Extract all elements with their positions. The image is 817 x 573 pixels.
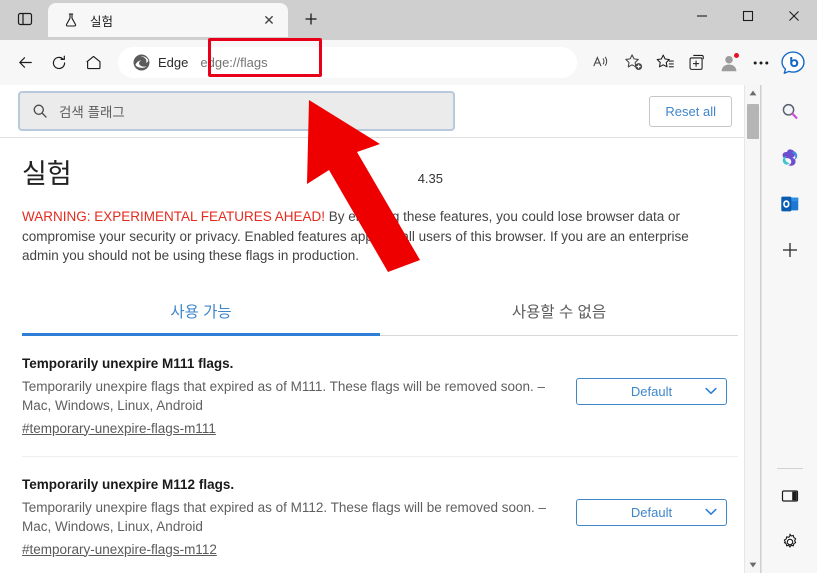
- flags-tabs: 사용 가능 사용할 수 없음: [22, 290, 738, 336]
- sidebar-microsoft365-button[interactable]: [773, 141, 807, 175]
- edge-site-badge: Edge: [128, 53, 196, 72]
- page-title: 실험: [22, 159, 72, 189]
- collections-icon: [689, 54, 704, 70]
- collections-button[interactable]: [681, 47, 713, 79]
- new-tab-button[interactable]: [296, 4, 326, 34]
- tab-strip: 실험 ✕: [0, 0, 817, 40]
- search-flags-input[interactable]: 검색 플래그: [18, 91, 455, 131]
- window-maximize-button[interactable]: [725, 0, 771, 32]
- profile-notification-badge: [733, 51, 740, 59]
- window-minimize-button[interactable]: [679, 0, 725, 32]
- sidebar-outlook-button[interactable]: [773, 187, 807, 221]
- home-icon: [85, 55, 101, 70]
- search-icon: [33, 104, 47, 118]
- sidebar-search-button[interactable]: [773, 95, 807, 129]
- flag-name: Temporarily unexpire M112 flags.: [22, 476, 235, 492]
- refresh-icon: [52, 55, 66, 69]
- add-sidebar-app-icon: [782, 243, 797, 257]
- maximize-icon: [742, 10, 754, 22]
- read-aloud-icon: [593, 55, 608, 66]
- tab-unavailable[interactable]: 사용할 수 없음: [380, 290, 738, 335]
- copilot-button[interactable]: [777, 47, 809, 79]
- chevron-down-icon: [705, 508, 717, 516]
- scrollbar-thumb[interactable]: [747, 104, 759, 139]
- flags-header-bar: 검색 플래그 Reset all: [0, 85, 760, 138]
- sidebar-add-app-button[interactable]: [773, 233, 807, 267]
- flag-state-select[interactable]: Default: [576, 498, 727, 526]
- flag-state-select[interactable]: Default: [576, 377, 727, 405]
- toolbar-right-icons: [585, 47, 809, 79]
- address-bar[interactable]: Edge edge://flags: [118, 38, 577, 78]
- settings-and-more-button[interactable]: [745, 47, 777, 79]
- experimental-warning: WARNING: EXPERIMENTAL FEATURES AHEAD! By…: [22, 207, 722, 266]
- close-icon: [789, 11, 799, 21]
- favorites-icon: [656, 54, 674, 68]
- scroll-down-button[interactable]: [745, 557, 761, 573]
- flag-row: Temporarily unexpire M111 flags. Tempora…: [22, 336, 738, 457]
- flag-state-value: Default: [630, 383, 673, 399]
- window-caption-buttons: [679, 0, 817, 40]
- page-content: 검색 플래그 Reset all 실험 4.35 WARNING: EXPERI…: [0, 85, 760, 573]
- sidebar-toggle-icon: [781, 490, 798, 502]
- flag-anchor-link[interactable]: #temporary-unexpire-flags-m111: [22, 421, 216, 436]
- search-flags-placeholder: 검색 플래그: [59, 105, 125, 120]
- flag-state-value: Default: [630, 504, 673, 520]
- active-tab-underline: [22, 332, 380, 336]
- add-favorite-icon: [624, 54, 642, 70]
- edge-badge-label: Edge: [158, 55, 189, 70]
- microsoft365-icon: [782, 149, 797, 166]
- flask-icon: [62, 11, 80, 29]
- add-favorite-button[interactable]: [617, 47, 649, 79]
- page-scrollbar[interactable]: [744, 85, 760, 573]
- flag-info: Temporarily unexpire M112 flags. Tempora…: [22, 477, 552, 559]
- chevron-down-icon: [705, 387, 717, 395]
- sidebar-settings-button[interactable]: [773, 525, 807, 559]
- settings-more-icon: [753, 61, 769, 64]
- favorites-button[interactable]: [649, 47, 681, 79]
- chevron-down-icon: [749, 562, 757, 568]
- edge-sidebar: [761, 85, 817, 573]
- search-sidebar-icon: [782, 103, 798, 119]
- tab-title: 실험: [90, 14, 114, 29]
- title-row: 실험 4.35: [22, 138, 738, 191]
- back-button[interactable]: [8, 47, 42, 79]
- flag-description: Temporarily unexpire flags that expired …: [22, 499, 547, 534]
- home-button[interactable]: [76, 47, 110, 79]
- flag-row: Temporarily unexpire M112 flags. Tempora…: [22, 457, 738, 573]
- flag-anchor-link[interactable]: #temporary-unexpire-flags-m112: [22, 542, 217, 557]
- outlook-icon: [780, 196, 798, 212]
- flag-info: Temporarily unexpire M111 flags. Tempora…: [22, 356, 552, 438]
- browser-toolbar: Edge edge://flags: [0, 38, 817, 85]
- browser-window: 실험 ✕ Edge edge://flags 검색 플래그 Reset all …: [0, 0, 817, 573]
- plus-icon: [305, 13, 317, 24]
- scroll-up-button[interactable]: [745, 85, 761, 101]
- tab-available[interactable]: 사용 가능: [22, 290, 380, 335]
- copilot-icon: [781, 50, 805, 74]
- sidebar-settings-icon: [783, 533, 796, 548]
- chevron-up-icon: [749, 90, 757, 96]
- sidebar-divider: [776, 468, 803, 469]
- profile-button[interactable]: [713, 47, 745, 79]
- tab-strip-left: 실험 ✕: [0, 0, 326, 40]
- minimize-icon: [697, 15, 707, 17]
- version-label: 4.35: [417, 171, 443, 186]
- flag-description: Temporarily unexpire flags that expired …: [22, 378, 546, 413]
- tab-item[interactable]: 실험 ✕: [48, 3, 288, 37]
- tab-search-button[interactable]: [6, 2, 44, 36]
- reset-all-button[interactable]: Reset all: [649, 95, 732, 127]
- flags-body: 실험 4.35 WARNING: EXPERIMENTAL FEATURES A…: [0, 138, 760, 573]
- read-aloud-button[interactable]: [585, 47, 617, 79]
- edge-logo-icon: [133, 54, 150, 71]
- sidebar-toggle-button[interactable]: [773, 479, 807, 513]
- url-text[interactable]: edge://flags: [196, 53, 271, 72]
- tab-search-icon: [17, 12, 33, 25]
- window-close-button[interactable]: [771, 0, 817, 32]
- back-arrow-icon: [18, 57, 32, 68]
- tab-close-button[interactable]: ✕: [258, 9, 280, 31]
- refresh-button[interactable]: [42, 47, 76, 79]
- warning-headline: WARNING: EXPERIMENTAL FEATURES AHEAD!: [22, 209, 326, 224]
- flag-name: Temporarily unexpire M111 flags.: [22, 355, 234, 371]
